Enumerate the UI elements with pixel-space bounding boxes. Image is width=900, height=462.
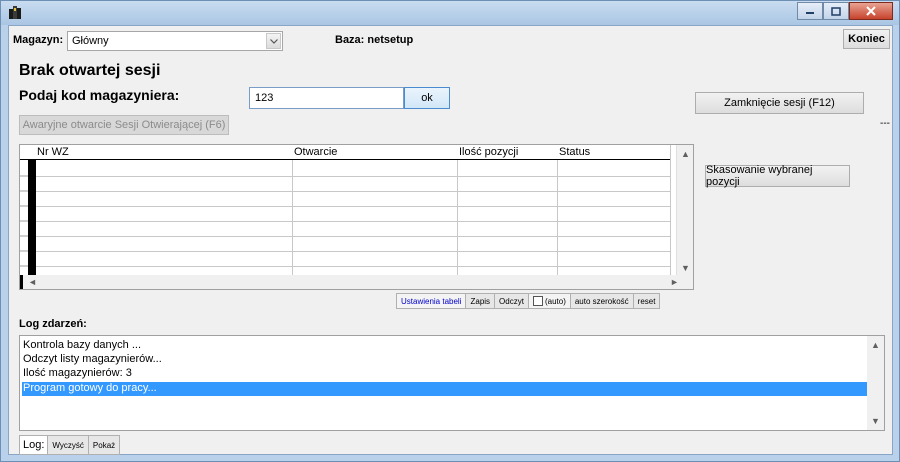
main-window: Magazyn: Główny Baza: netsetup Koniec Br… [0, 0, 900, 462]
maximize-icon [831, 6, 841, 16]
log-footer-label: Log: [20, 436, 49, 454]
scroll-left-icon[interactable]: ◄ [28, 277, 37, 287]
window-controls [797, 2, 893, 20]
minimize-button[interactable] [797, 2, 823, 20]
grid-line [36, 191, 670, 192]
grid-line [36, 251, 670, 252]
table-settings-toolbar: Ustawienia tabeli Zapis Odczyt (auto) au… [396, 293, 661, 309]
client-area: Magazyn: Główny Baza: netsetup Koniec Br… [8, 25, 893, 455]
column-header[interactable]: Ilość pozycji [459, 146, 518, 158]
reset-button[interactable]: reset [633, 294, 660, 308]
table-header: Nr WZ Otwarcie Ilość pozycji Status [20, 145, 670, 160]
save-settings-button[interactable]: Zapis [466, 294, 496, 308]
auto-width-button[interactable]: auto szerokość [570, 294, 634, 308]
chevron-down-icon [269, 38, 278, 44]
minimize-icon [806, 12, 814, 14]
scroll-up-icon[interactable]: ▲ [681, 149, 690, 159]
log-line: Kontrola bazy danych ... [23, 339, 142, 351]
log-line: Odczyt listy magazynierów... [23, 353, 162, 365]
delete-selected-button[interactable]: Skasowanie wybranej pozycji [705, 164, 850, 188]
magazyn-select[interactable]: Główny [67, 31, 283, 51]
app-icon [9, 6, 21, 19]
koniec-button[interactable]: Koniec [843, 29, 890, 49]
session-status-dash: --- [880, 118, 890, 129]
grid-line [670, 145, 671, 276]
table-vertical-scrollbar[interactable]: ▲ ▼ [676, 145, 693, 275]
code-value: 123 [255, 92, 274, 104]
column-header[interactable]: Nr WZ [37, 146, 69, 158]
grid-line [36, 206, 670, 207]
log-title: Log zdarzeń: [19, 318, 87, 330]
baza-label: Baza: netsetup [335, 34, 414, 46]
log-vertical-scrollbar[interactable]: ▲ ▼ [867, 336, 884, 430]
scroll-edge-marker [20, 275, 23, 289]
auto-checkbox-label: (auto) [544, 296, 566, 306]
auto-checkbox-group[interactable]: (auto) [528, 294, 571, 308]
code-input[interactable]: 123 [249, 87, 404, 109]
column-header[interactable]: Otwarcie [294, 146, 337, 158]
grid-line [557, 160, 558, 276]
row-indicator-column [20, 160, 36, 276]
log-list[interactable]: Kontrola bazy danych ... Odczyt listy ma… [19, 335, 885, 431]
close-button[interactable] [849, 2, 893, 20]
grid-line [36, 236, 670, 237]
scroll-down-icon[interactable]: ▼ [871, 416, 880, 426]
magazyn-label: Magazyn: [13, 34, 64, 46]
title-bar [1, 1, 899, 25]
column-header[interactable]: Status [559, 146, 590, 158]
read-settings-button[interactable]: Odczyt [495, 294, 529, 308]
table-horizontal-scrollbar[interactable]: ◄ ► [20, 275, 693, 289]
scroll-down-icon[interactable]: ▼ [681, 263, 690, 273]
maximize-button[interactable] [823, 2, 849, 20]
close-icon [866, 6, 876, 16]
log-line: Ilość magazynierów: 3 [23, 367, 132, 379]
auto-checkbox[interactable] [532, 296, 543, 306]
scroll-up-icon[interactable]: ▲ [871, 340, 880, 350]
ok-button[interactable]: ok [404, 87, 450, 109]
session-heading: Brak otwartej sesji [19, 62, 161, 79]
scroll-right-icon[interactable]: ► [670, 277, 679, 287]
grid-line [457, 160, 458, 276]
grid-line [36, 221, 670, 222]
grid-line [36, 176, 670, 177]
code-prompt: Podaj kod magazyniera: [19, 87, 180, 103]
emergency-open-button[interactable]: Awaryjne otwarcie Sesji Otwierającej (F6… [19, 115, 229, 135]
table-settings-label: Ustawienia tabeli [397, 294, 467, 308]
log-toolbar: Log: Wyczyść Pokaż [19, 435, 121, 455]
show-log-button[interactable]: Pokaż [88, 436, 120, 454]
wz-table[interactable]: Nr WZ Otwarcie Ilość pozycji Status ▲ ▼ … [19, 144, 694, 290]
clear-log-button[interactable]: Wyczyść [48, 436, 89, 454]
magazyn-value: Główny [72, 35, 109, 47]
log-line-selected[interactable]: Program gotowy do pracy... [22, 382, 867, 396]
grid-line [292, 160, 293, 276]
close-session-button[interactable]: Zamknięcie sesji (F12) [695, 92, 864, 114]
magazyn-dropdown-button[interactable] [266, 33, 281, 49]
grid-line [36, 266, 670, 267]
